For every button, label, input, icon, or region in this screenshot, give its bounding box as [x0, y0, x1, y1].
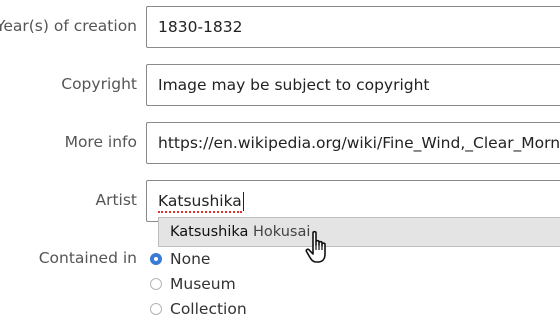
year-label: Year(s) of creation	[0, 17, 137, 35]
radio-option-collection[interactable]: Collection	[150, 298, 247, 320]
artist-suggestion[interactable]: Katsushika Hokusai	[158, 217, 560, 247]
hand-pointer-icon	[305, 230, 326, 263]
artist-label: Artist	[95, 191, 137, 209]
spellcheck-underline	[158, 211, 242, 213]
radio-option-none[interactable]: None	[150, 248, 210, 270]
copyright-field[interactable]: Image may be subject to copyright	[146, 64, 560, 106]
artist-value: Katsushika	[158, 192, 242, 210]
more-info-field[interactable]: https://en.wikipedia.org/wiki/Fine_Wind,…	[146, 122, 560, 164]
artist-text: Katsushika	[158, 181, 242, 221]
artist-field[interactable]: Katsushika	[146, 180, 560, 222]
more-info-label: More info	[64, 133, 137, 151]
text-caret	[242, 192, 244, 211]
radio-option-museum[interactable]: Museum	[150, 273, 236, 295]
radio-museum[interactable]	[150, 278, 162, 290]
radio-collection-label: Collection	[170, 300, 247, 318]
radio-museum-label: Museum	[170, 275, 236, 293]
radio-none-checked[interactable]	[150, 253, 162, 265]
suggestion-rest: Hokusai	[248, 224, 311, 240]
radio-none-label: None	[170, 250, 211, 268]
copyright-label: Copyright	[61, 75, 137, 93]
contained-in-label: Contained in	[38, 249, 137, 267]
radio-collection[interactable]	[150, 303, 162, 315]
suggestion-match: Katsushika	[170, 224, 249, 240]
year-field[interactable]: 1830-1832	[146, 6, 560, 48]
